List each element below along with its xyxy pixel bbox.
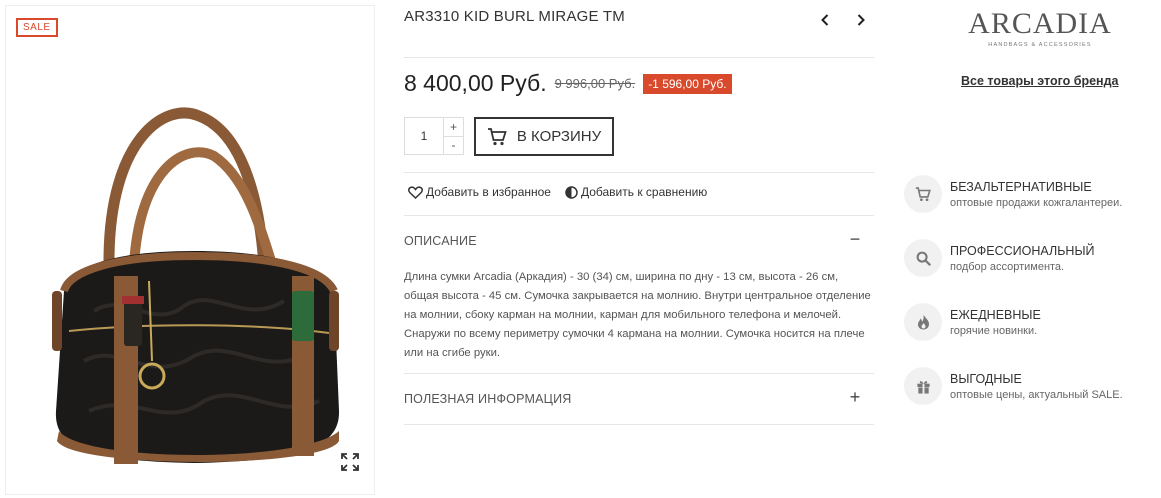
useful-info-expand-toggle[interactable]: +: [848, 387, 862, 408]
discount-badge: -1 596,00 Руб.: [643, 73, 732, 94]
cart-icon: [915, 186, 931, 201]
old-price: 9 996,00 Руб.: [554, 76, 636, 91]
add-to-cart-label: В КОРЗИНУ: [516, 128, 602, 145]
brand-name: ARCADIA: [968, 7, 1112, 40]
feature-subtitle: оптовые цены, актуальный SALE.: [950, 389, 1123, 401]
quantity-stepper: + -: [404, 117, 464, 155]
feature-title: ПРОФЕССИОНАЛЬНЫЙ: [950, 244, 1095, 258]
product-description: Длина сумки Arcadia (Аркадия) - 30 (34) …: [404, 271, 871, 359]
quantity-buttons: + -: [443, 118, 463, 154]
product-image-panel: SALE: [5, 5, 375, 495]
useful-info-accordion-title[interactable]: ПОЛЕЗНАЯ ИНФОРМАЦИЯ: [404, 392, 572, 406]
compare-icon: [565, 185, 578, 199]
divider: [404, 57, 874, 58]
fullscreen-icon[interactable]: [340, 452, 360, 472]
add-to-favorites-link[interactable]: Добавить в избранное: [408, 185, 551, 199]
current-price: 8 400,00 Руб.: [404, 70, 547, 96]
feature-subtitle: оптовые продажи кожгалантереи.: [950, 197, 1123, 209]
search-icon: [916, 251, 931, 266]
feature-title: ЕЖЕДНЕВНЫЕ: [950, 308, 1041, 322]
feature-item: ВЫГОДНЫЕ оптовые цены, актуальный SALE.: [904, 367, 1123, 405]
add-to-cart-button[interactable]: В КОРЗИНУ: [474, 117, 614, 156]
description-accordion-title[interactable]: ОПИСАНИЕ: [404, 234, 477, 248]
feature-title: ВЫГОДНЫЕ: [950, 372, 1022, 386]
quantity-increase-button[interactable]: +: [444, 118, 463, 136]
divider: [404, 172, 874, 173]
feature-icon-wrap: [904, 175, 942, 213]
product-actions: Добавить в избранное Добавить к сравнени…: [408, 185, 707, 199]
feature-subtitle: горячие новинки.: [950, 325, 1038, 337]
add-to-compare-link[interactable]: Добавить к сравнению: [565, 185, 707, 199]
product-image[interactable]: [24, 101, 359, 476]
all-brand-products-link[interactable]: Все товары этого бренда: [961, 74, 1118, 88]
description-collapse-toggle[interactable]: −: [848, 229, 862, 250]
fire-icon: [917, 314, 929, 330]
feature-title: БЕЗАЛЬТЕРНАТИВНЫЕ: [950, 180, 1092, 194]
feature-item: ПРОФЕССИОНАЛЬНЫЙ подбор ассортимента.: [904, 239, 1095, 277]
feature-icon-wrap: [904, 239, 942, 277]
feature-icon-wrap: [904, 367, 942, 405]
price-row: 8 400,00 Руб. 9 996,00 Руб. -1 596,00 Ру…: [404, 70, 732, 97]
quantity-decrease-button[interactable]: -: [444, 135, 463, 155]
add-to-favorites-label: Добавить в избранное: [426, 185, 551, 199]
quantity-input[interactable]: [405, 118, 443, 154]
product-nav: [818, 12, 868, 28]
brand-logo[interactable]: ARCADIA HANDBAGS & ACCESSORIES: [960, 7, 1120, 49]
product-title: AR3310 KID BURL MIRAGE TM: [404, 8, 625, 25]
brand-subtitle: HANDBAGS & ACCESSORIES: [988, 42, 1092, 48]
feature-icon-wrap: [904, 303, 942, 341]
prev-product-arrow[interactable]: [818, 12, 832, 28]
divider: [404, 373, 874, 374]
feature-subtitle: подбор ассортимента.: [950, 261, 1065, 273]
add-to-compare-label: Добавить к сравнению: [580, 185, 708, 199]
divider: [404, 215, 874, 216]
gift-icon: [916, 380, 930, 394]
divider: [404, 424, 874, 425]
chevron-right-icon: [857, 14, 865, 26]
feature-item: ЕЖЕДНЕВНЫЕ горячие новинки.: [904, 303, 1041, 341]
next-product-arrow[interactable]: [854, 12, 868, 28]
sale-badge: SALE: [16, 18, 58, 37]
chevron-left-icon: [821, 14, 829, 26]
feature-item: БЕЗАЛЬТЕРНАТИВНЫЕ оптовые продажи кожгал…: [904, 175, 1122, 213]
cart-icon: [487, 127, 507, 145]
heart-icon: [408, 185, 423, 199]
